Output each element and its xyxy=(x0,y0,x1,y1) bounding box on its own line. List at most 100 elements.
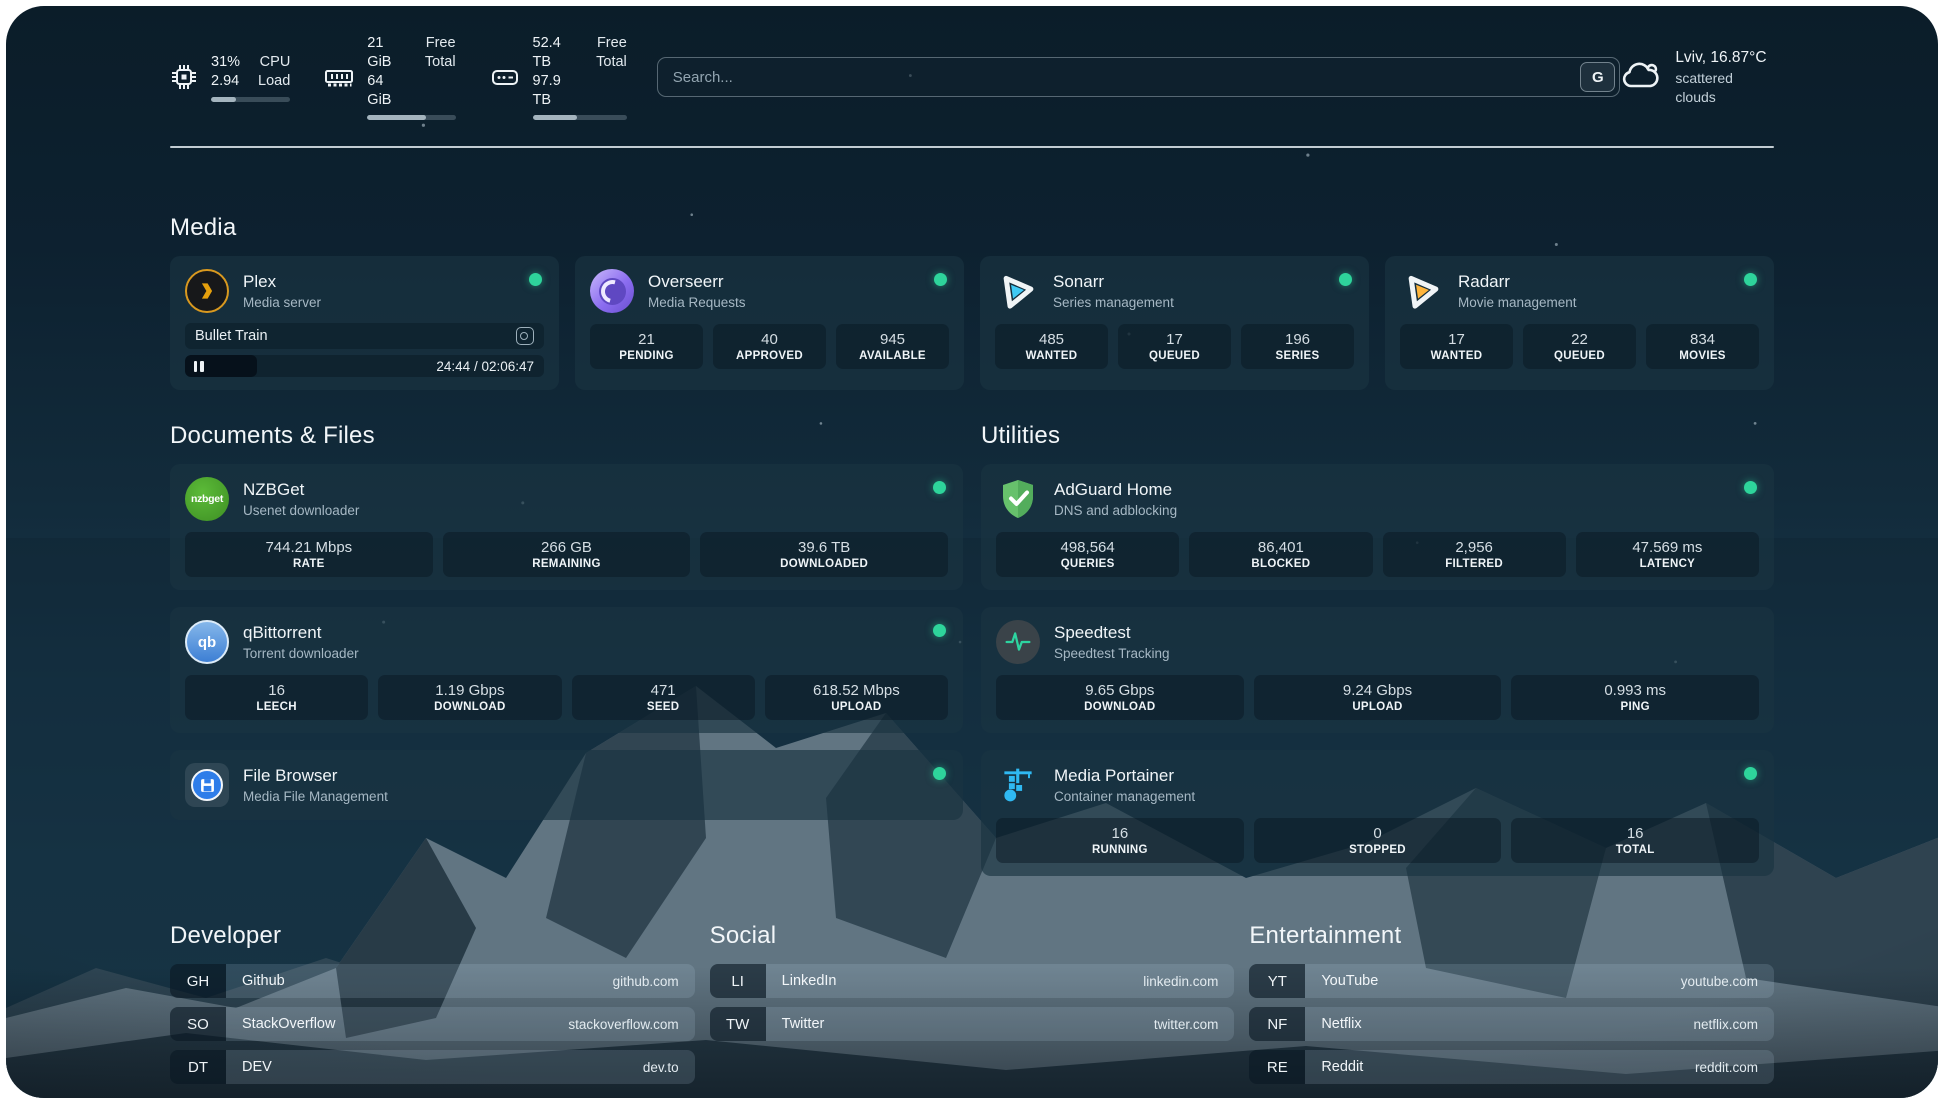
stat-box: 744.21 MbpsRATE xyxy=(185,532,433,577)
bookmark-twitter[interactable]: TW Twitter twitter.com xyxy=(710,1007,1235,1041)
stat-box: 2,956FILTERED xyxy=(1383,532,1566,577)
service-name: File Browser xyxy=(243,766,388,786)
overseerr-logo-icon xyxy=(590,269,634,313)
bookmark-dev[interactable]: DT DEV dev.to xyxy=(170,1050,695,1084)
media-section: Media Plex Media server xyxy=(170,214,1774,390)
bookmark-name: YouTube xyxy=(1321,973,1378,989)
service-card-filebrowser[interactable]: File Browser Media File Management xyxy=(170,750,963,820)
stat-box: 39.6 TBDOWNLOADED xyxy=(700,532,948,577)
stat-box: 17QUEUED xyxy=(1118,324,1231,369)
service-description: Speedtest Tracking xyxy=(1054,646,1170,661)
stat-box: 498,564QUERIES xyxy=(996,532,1179,577)
now-playing-title: Bullet Train xyxy=(195,328,268,344)
cpu-usage-value: 31% xyxy=(211,53,240,72)
search-provider-button[interactable]: G xyxy=(1580,62,1615,92)
bookmark-stackoverflow[interactable]: SO StackOverflow stackoverflow.com xyxy=(170,1007,695,1041)
service-card-qbittorrent[interactable]: qb qBittorrent Torrent downloader 16LEEC… xyxy=(170,607,963,733)
ram-free-value: 21 GiB xyxy=(367,34,407,72)
service-name: qBittorrent xyxy=(243,623,359,643)
bookmark-netflix[interactable]: NF Netflix netflix.com xyxy=(1249,1007,1774,1041)
entertainment-section: Entertainment YT YouTube youtube.com NF … xyxy=(1249,922,1774,1093)
service-description: Movie management xyxy=(1458,295,1577,310)
weather-widget[interactable]: Lviv, 16.87°C scattered clouds xyxy=(1620,48,1774,107)
bookmark-abbr: YT xyxy=(1249,964,1305,998)
ram-free-label: Free xyxy=(426,34,456,53)
bookmark-url: linkedin.com xyxy=(1143,974,1218,989)
bookmark-abbr: GH xyxy=(170,964,226,998)
stat-box: 22QUEUED xyxy=(1523,324,1636,369)
bookmark-url: netflix.com xyxy=(1693,1017,1758,1032)
service-description: Torrent downloader xyxy=(243,646,359,661)
header-divider xyxy=(170,146,1774,148)
service-card-nzbget[interactable]: nzbget NZBGet Usenet downloader 744.21 M… xyxy=(170,464,963,590)
stat-box: 21PENDING xyxy=(590,324,703,369)
stat-box: 196SERIES xyxy=(1241,324,1354,369)
bookmark-name: Netflix xyxy=(1321,1016,1361,1032)
bookmark-name: Twitter xyxy=(782,1016,825,1032)
service-description: Usenet downloader xyxy=(243,503,359,518)
disk-free-value: 52.4 TB xyxy=(533,34,579,72)
ram-total-value: 64 GiB xyxy=(367,72,407,110)
service-card-adguard[interactable]: AdGuard Home DNS and adblocking 498,564Q… xyxy=(981,464,1774,590)
service-name: NZBGet xyxy=(243,480,359,500)
stat-box: 1.19 GbpsDOWNLOAD xyxy=(378,675,561,720)
service-card-radarr[interactable]: Radarr Movie management 17WANTED 22QUEUE… xyxy=(1385,256,1774,390)
stat-box: 471SEED xyxy=(572,675,755,720)
bookmark-name: LinkedIn xyxy=(782,973,837,989)
bookmark-url: stackoverflow.com xyxy=(568,1017,678,1032)
stat-box: 266 GBREMAINING xyxy=(443,532,691,577)
stat-box: 16TOTAL xyxy=(1511,818,1759,863)
bookmark-abbr: NF xyxy=(1249,1007,1305,1041)
bookmark-youtube[interactable]: YT YouTube youtube.com xyxy=(1249,964,1774,998)
search-bar: G xyxy=(657,57,1621,97)
plex-logo-icon xyxy=(185,269,229,313)
stat-box: 834MOVIES xyxy=(1646,324,1759,369)
nzbget-logo-icon: nzbget xyxy=(185,477,229,521)
cpu-usage-label: CPU xyxy=(260,53,291,72)
bookmark-abbr: RE xyxy=(1249,1050,1305,1084)
speedtest-logo-icon xyxy=(996,620,1040,664)
ram-total-label: Total xyxy=(425,53,456,72)
session-icon xyxy=(516,327,534,345)
service-name: AdGuard Home xyxy=(1054,480,1177,500)
memory-stat-widget: 21 GiB 64 GiB Free Total xyxy=(324,34,455,120)
service-description: DNS and adblocking xyxy=(1054,503,1177,518)
ram-progress-bar xyxy=(367,115,455,120)
service-card-portainer[interactable]: Media Portainer Container management 16R… xyxy=(981,750,1774,876)
service-name: Plex xyxy=(243,272,321,292)
search-input[interactable] xyxy=(657,57,1621,97)
bookmark-abbr: LI xyxy=(710,964,766,998)
qbittorrent-logo-icon: qb xyxy=(185,620,229,664)
service-card-plex[interactable]: Plex Media server Bullet Train 24:44 / 0… xyxy=(170,256,559,390)
bookmark-url: twitter.com xyxy=(1154,1017,1219,1032)
service-description: Series management xyxy=(1053,295,1174,310)
service-name: Media Portainer xyxy=(1054,766,1195,786)
service-card-speedtest[interactable]: Speedtest Speedtest Tracking 9.65 GbpsDO… xyxy=(981,607,1774,733)
stat-box: 618.52 MbpsUPLOAD xyxy=(765,675,948,720)
stat-box: 0.993 msPING xyxy=(1511,675,1759,720)
service-card-sonarr[interactable]: Sonarr Series management 485WANTED 17QUE… xyxy=(980,256,1369,390)
disk-total-value: 97.9 TB xyxy=(533,72,579,110)
cpu-load-value: 2.94 xyxy=(211,72,239,91)
bookmark-name: Github xyxy=(242,973,285,989)
service-description: Container management xyxy=(1054,789,1195,804)
cpu-load-label: Load xyxy=(258,72,290,91)
bookmark-github[interactable]: GH Github github.com xyxy=(170,964,695,998)
adguard-logo-icon xyxy=(996,477,1040,521)
radarr-logo-icon xyxy=(1400,269,1444,313)
system-stats: 31% 2.94 CPU Load xyxy=(170,34,627,120)
service-card-overseerr[interactable]: Overseerr Media Requests 21PENDING 40APP… xyxy=(575,256,964,390)
cpu-icon xyxy=(170,63,198,91)
sonarr-logo-icon xyxy=(995,269,1039,313)
bookmark-url: reddit.com xyxy=(1695,1060,1758,1075)
bookmark-abbr: DT xyxy=(170,1050,226,1084)
disk-icon xyxy=(490,64,520,91)
disk-total-label: Total xyxy=(596,53,627,72)
cpu-progress-bar xyxy=(211,97,290,102)
documents-section: Documents & Files nzbget NZBGet Usenet d… xyxy=(170,422,963,876)
stat-box: 945AVAILABLE xyxy=(836,324,949,369)
bookmark-linkedin[interactable]: LI LinkedIn linkedin.com xyxy=(710,964,1235,998)
bookmark-reddit[interactable]: RE Reddit reddit.com xyxy=(1249,1050,1774,1084)
bookmark-url: dev.to xyxy=(643,1060,679,1075)
social-section: Social LI LinkedIn linkedin.com TW Twitt… xyxy=(710,922,1235,1093)
